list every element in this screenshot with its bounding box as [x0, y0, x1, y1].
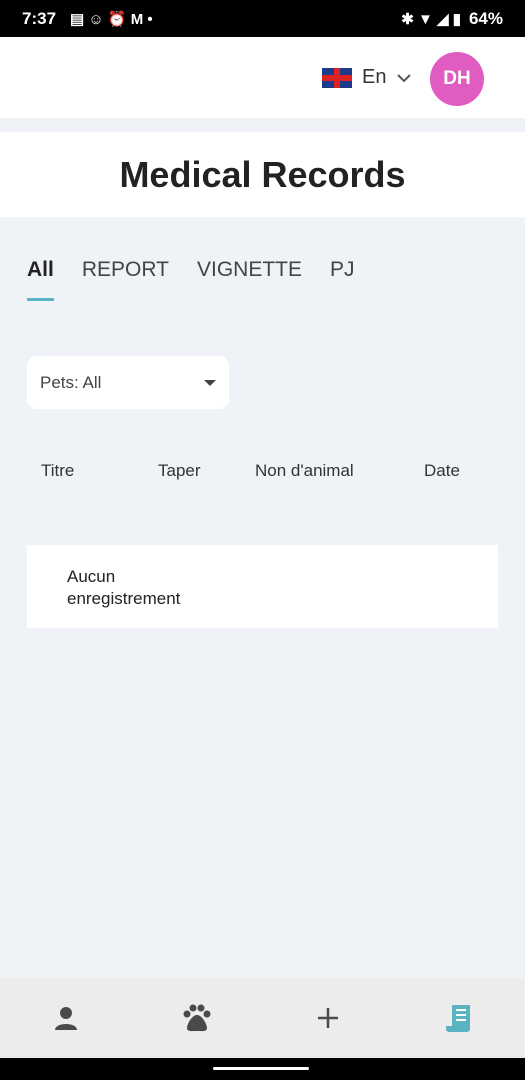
bottom-nav	[0, 978, 525, 1058]
status-bar: 7:37 ▤ ☺ ⏰ M • ✱ ▼ ◢ ▮ 64%	[0, 0, 525, 37]
pets-filter-select[interactable]: Pets: All	[27, 356, 229, 409]
page-title: Medical Records	[0, 132, 525, 217]
avatar[interactable]: DH	[430, 52, 484, 106]
uk-flag-icon	[322, 67, 352, 88]
notification-icons: ▤ ☺ ⏰ M •	[70, 10, 153, 28]
gesture-bar	[0, 1058, 525, 1080]
home-indicator[interactable]	[213, 1067, 309, 1070]
tab-all[interactable]: All	[27, 258, 54, 301]
tab-vignette[interactable]: VIGNETTE	[197, 258, 302, 282]
records-icon	[446, 1005, 471, 1032]
column-header-animal[interactable]: Non d'animal	[255, 461, 354, 481]
paw-icon	[183, 1004, 211, 1032]
chevron-down-icon	[397, 73, 412, 82]
language-label: En	[362, 66, 387, 88]
tab-pj[interactable]: PJ	[330, 258, 355, 282]
nav-records[interactable]	[394, 978, 525, 1058]
tab-report[interactable]: REPORT	[82, 258, 169, 282]
empty-state: Aucun enregistrement	[27, 545, 498, 628]
person-icon	[54, 1007, 77, 1030]
battery-level: 64%	[468, 8, 503, 28]
language-selector[interactable]: En	[322, 66, 412, 89]
clock: 7:37	[22, 8, 57, 28]
empty-message: Aucun enregistrement	[67, 567, 181, 608]
nav-add[interactable]	[263, 978, 394, 1058]
column-header-titre[interactable]: Titre	[41, 461, 74, 481]
tab-bar: All REPORT VIGNETTE PJ	[27, 258, 355, 301]
pets-filter-value: Pets: All	[40, 372, 102, 392]
column-header-date[interactable]: Date	[424, 461, 460, 481]
dropdown-caret-icon	[204, 379, 216, 386]
top-bar: En DH	[0, 37, 525, 118]
column-header-taper[interactable]: Taper	[158, 461, 201, 481]
plus-icon	[318, 1008, 339, 1028]
nav-pets[interactable]	[131, 978, 262, 1058]
system-icons: ✱ ▼ ◢ ▮	[401, 10, 461, 28]
nav-profile[interactable]	[0, 978, 131, 1058]
